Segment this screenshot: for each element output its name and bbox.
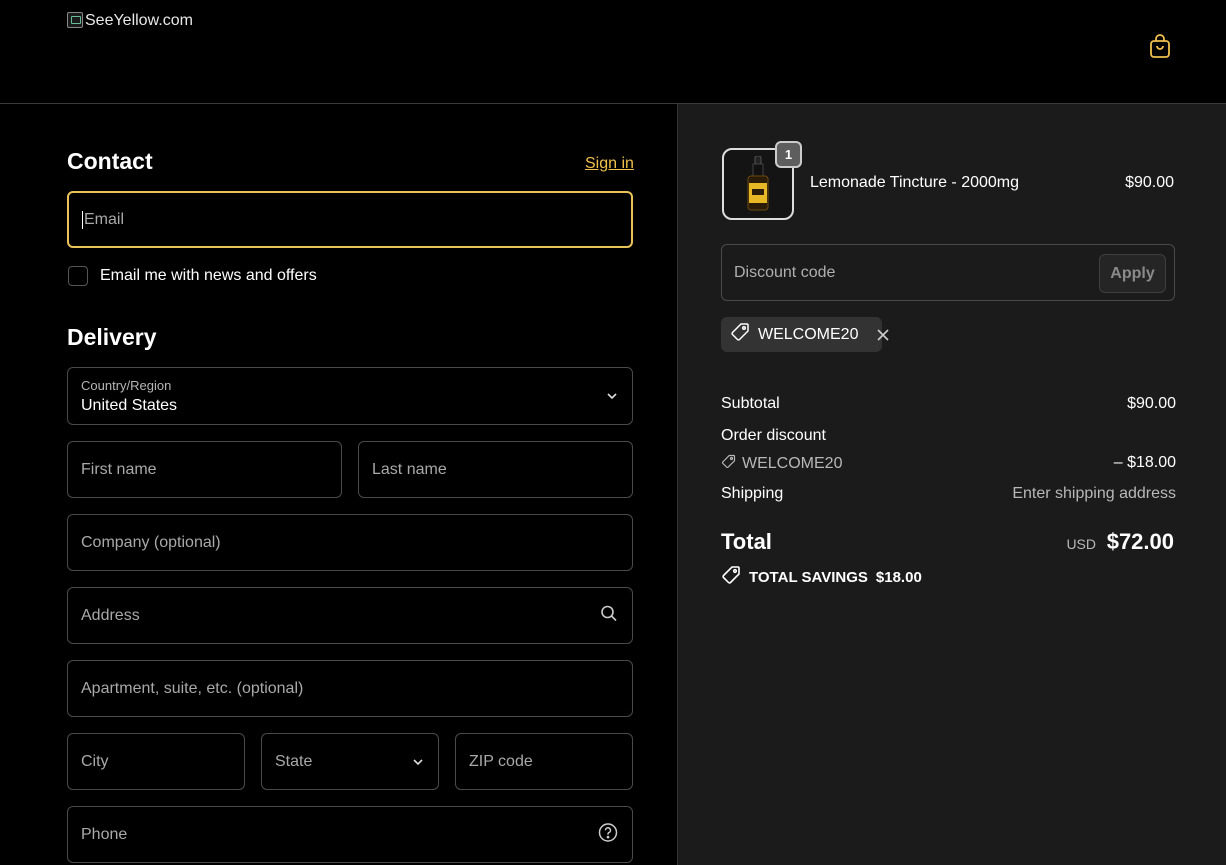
- product-name: Lemonade Tincture - 2000mg: [810, 174, 1020, 191]
- first-name-field[interactable]: First name: [67, 441, 342, 498]
- shipping-value: Enter shipping address: [1012, 485, 1176, 502]
- order-discount-code: WELCOME20: [742, 455, 843, 472]
- remove-discount-icon[interactable]: [876, 328, 890, 342]
- tag-icon: [721, 454, 736, 474]
- applied-code: WELCOME20: [758, 325, 859, 343]
- total-value: $72.00: [1106, 529, 1174, 554]
- newsletter-checkbox[interactable]: [68, 266, 88, 286]
- shipping-row: Shipping Enter shipping address: [721, 485, 1176, 503]
- apply-button[interactable]: Apply: [1099, 254, 1166, 293]
- email-field[interactable]: Email: [67, 191, 633, 248]
- order-discount-label: Order discount: [721, 427, 826, 444]
- logo-alt-text: SeeYellow.com: [85, 12, 193, 29]
- state-placeholder: State: [275, 752, 313, 770]
- apartment-field[interactable]: Apartment, suite, etc. (optional): [67, 660, 633, 717]
- savings-value: $18.00: [875, 568, 922, 586]
- address-field[interactable]: Address: [67, 587, 633, 644]
- subtotal-label: Subtotal: [721, 395, 780, 412]
- last-name-placeholder: Last name: [372, 460, 447, 478]
- chevron-down-icon: [606, 387, 618, 405]
- order-summary: 1 Lemonade Tincture - 2000mg $90.00 Disc…: [677, 104, 1226, 865]
- country-select[interactable]: Country/Region United States: [67, 367, 633, 425]
- applied-discount-chip: WELCOME20: [721, 317, 890, 352]
- product-price: $90.00: [1125, 174, 1174, 191]
- chevron-down-icon: [412, 753, 424, 771]
- tag-icon: [730, 322, 750, 347]
- total-currency: USD: [1066, 536, 1096, 552]
- discount-placeholder: Discount code: [734, 263, 836, 281]
- country-label: Country/Region: [81, 378, 172, 393]
- apartment-placeholder: Apartment, suite, etc. (optional): [81, 679, 304, 697]
- search-icon[interactable]: [600, 604, 618, 627]
- discount-code-field[interactable]: Discount code Apply: [721, 244, 1175, 301]
- header: SeeYellow.com: [0, 0, 1226, 104]
- text-caret: [82, 210, 83, 229]
- tag-icon: [721, 565, 741, 589]
- delivery-heading: Delivery: [67, 324, 157, 350]
- city-field[interactable]: City: [67, 733, 245, 790]
- total-savings: TOTAL SAVINGS $18.00: [721, 565, 922, 589]
- contact-heading: Contact: [67, 148, 153, 174]
- first-name-placeholder: First name: [81, 460, 157, 478]
- city-placeholder: City: [81, 752, 109, 770]
- state-select[interactable]: State: [261, 733, 439, 790]
- zip-placeholder: ZIP code: [469, 752, 533, 770]
- savings-label: TOTAL SAVINGS: [749, 568, 868, 586]
- store-logo[interactable]: SeeYellow.com: [67, 12, 193, 30]
- order-discount-value: – $18.00: [1113, 454, 1176, 471]
- email-placeholder: Email: [84, 210, 125, 228]
- last-name-field[interactable]: Last name: [358, 441, 633, 498]
- shopping-bag-icon[interactable]: [1148, 32, 1172, 60]
- company-placeholder: Company (optional): [81, 533, 221, 551]
- checkout-form: Contact Sign in Email Email me with news…: [0, 104, 677, 865]
- newsletter-label: Email me with news and offers: [100, 267, 317, 284]
- order-discount-code-row: WELCOME20 – $18.00: [721, 454, 1176, 474]
- broken-image-icon: [67, 12, 83, 28]
- quantity-badge: 1: [775, 141, 802, 168]
- phone-field[interactable]: Phone: [67, 806, 633, 863]
- shipping-label: Shipping: [721, 485, 784, 502]
- tincture-bottle-icon: [747, 156, 769, 211]
- company-field[interactable]: Company (optional): [67, 514, 633, 571]
- zip-field[interactable]: ZIP code: [455, 733, 633, 790]
- phone-placeholder: Phone: [81, 825, 128, 843]
- help-icon[interactable]: [598, 822, 618, 847]
- subtotal-value: $90.00: [1127, 395, 1176, 412]
- subtotal-row: Subtotal $90.00: [721, 395, 1176, 413]
- order-discount-row: Order discount: [721, 427, 1176, 445]
- address-placeholder: Address: [81, 606, 140, 624]
- sign-in-link[interactable]: Sign in: [585, 155, 634, 173]
- country-value: United States: [81, 397, 178, 414]
- total-label: Total: [721, 529, 772, 554]
